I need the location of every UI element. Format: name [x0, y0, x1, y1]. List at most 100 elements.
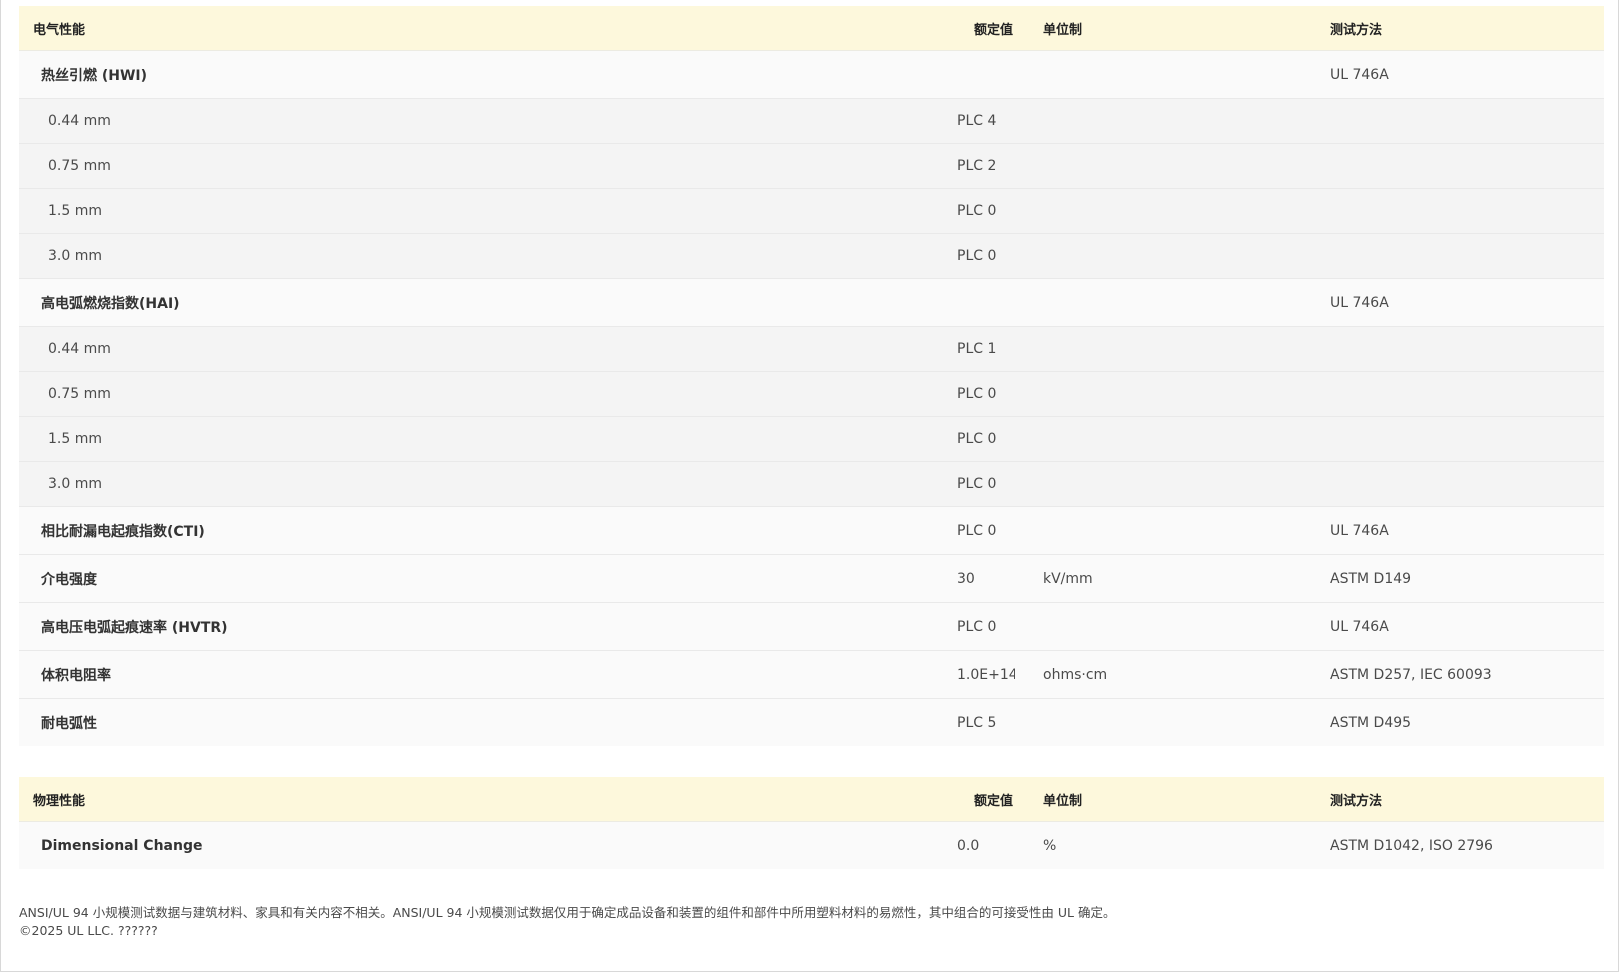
physical-properties-table: 物理性能 额定值 单位制 测试方法 Dimensional Change 0.0%…	[19, 777, 1604, 869]
unit-cell: kV/mm	[1015, 554, 1330, 603]
electrical-property-row: 相比耐漏电起痕指数(CTI) PLC 0 UL 746A	[19, 506, 1604, 555]
electrical-header-row: 电气性能 额定值 单位制 测试方法	[19, 6, 1604, 51]
test-method-cell	[1330, 143, 1604, 189]
electrical-property-row: 0.75 mm PLC 0	[19, 371, 1604, 417]
electrical-property-row: 高电压电弧起痕速率 (HVTR) PLC 0 UL 746A	[19, 602, 1604, 651]
electrical-property-row: 3.0 mm PLC 0	[19, 233, 1604, 279]
rated-value-cell: 0.0	[957, 821, 1015, 869]
page: 电气性能 额定值 单位制 测试方法 热丝引燃 (HWI) UL 746A 0.44 …	[0, 0, 1619, 972]
unit-cell	[1015, 143, 1330, 189]
unit-cell	[1015, 326, 1330, 372]
test-method-cell: UL 746A	[1330, 602, 1604, 651]
disclaimer-text: ANSI/UL 94 小规模测试数据与建筑材料、家具和有关内容不相关。ANSI/…	[19, 905, 1116, 920]
unit-cell	[1015, 698, 1330, 746]
electrical-property-row: 0.75 mm PLC 2	[19, 143, 1604, 189]
property-name-cell: 体积电阻率	[19, 650, 957, 699]
unit-cell	[1015, 416, 1330, 462]
property-name-cell: 0.75 mm	[19, 371, 957, 417]
test-method-cell	[1330, 371, 1604, 417]
rated-value-cell	[957, 278, 1015, 327]
rated-value-cell: PLC 2	[957, 143, 1015, 189]
copyright-text: ©2025 UL LLC. ??????	[19, 923, 158, 938]
unit-cell: ohms·cm	[1015, 650, 1330, 699]
electrical-property-row: 1.5 mm PLC 0	[19, 188, 1604, 234]
electrical-property-row: 介电强度 30 kV/mm ASTM D149	[19, 554, 1604, 603]
test-method-cell: UL 746A	[1330, 278, 1604, 327]
property-name-cell: 高电压电弧起痕速率 (HVTR)	[19, 602, 957, 651]
property-name-cell: 0.44 mm	[19, 98, 957, 144]
physical-table-body: Dimensional Change 0.0% ASTM D1042, ISO 27…	[19, 821, 1604, 869]
property-name-cell: 1.5 mm	[19, 188, 957, 234]
property-name-cell: 3.0 mm	[19, 233, 957, 279]
unit-cell	[1015, 233, 1330, 279]
unit-cell	[1015, 371, 1330, 417]
property-name-cell: 0.75 mm	[19, 143, 957, 189]
header-method: 测试方法	[1330, 777, 1604, 822]
property-name-cell: 耐电弧性	[19, 698, 957, 746]
unit-cell: %	[1015, 821, 1330, 869]
property-name-cell: 介电强度	[19, 554, 957, 603]
electrical-property-row: 耐电弧性 PLC 5 ASTM D495	[19, 698, 1604, 746]
rated-value-cell: PLC 0	[957, 371, 1015, 417]
test-method-cell: UL 746A	[1330, 50, 1604, 99]
electrical-table-body: 热丝引燃 (HWI) UL 746A 0.44 mm PLC 4 0.75 mm PLC …	[19, 50, 1604, 746]
electrical-properties-table: 电气性能 额定值 单位制 测试方法 热丝引燃 (HWI) UL 746A 0.44 …	[19, 6, 1604, 746]
rated-value-cell: PLC 0	[957, 233, 1015, 279]
property-name-cell: Dimensional Change	[19, 821, 957, 869]
test-method-cell	[1330, 233, 1604, 279]
rated-value-cell: PLC 0	[957, 461, 1015, 507]
unit-cell	[1015, 188, 1330, 234]
rated-value-cell: PLC 5	[957, 698, 1015, 746]
test-method-cell	[1330, 326, 1604, 372]
property-name-cell: 相比耐漏电起痕指数(CTI)	[19, 506, 957, 555]
header-value: 额定值	[957, 6, 1015, 51]
rated-value-cell: PLC 4	[957, 98, 1015, 144]
header-property: 电气性能	[19, 6, 957, 51]
header-unit: 单位制	[1015, 777, 1330, 822]
rated-value-cell: PLC 0	[957, 506, 1015, 555]
properties-panel: 电气性能 额定值 单位制 测试方法 热丝引燃 (HWI) UL 746A 0.44 …	[19, 6, 1604, 940]
electrical-property-row: 3.0 mm PLC 0	[19, 461, 1604, 507]
test-method-cell	[1330, 98, 1604, 144]
electrical-property-row: 体积电阻率 1.0E+14 ohms·cm ASTM D257, IEC 60093	[19, 650, 1604, 699]
unit-cell	[1015, 602, 1330, 651]
electrical-property-row: 0.44 mm PLC 1	[19, 326, 1604, 372]
electrical-property-row: 0.44 mm PLC 4	[19, 98, 1604, 144]
rated-value-cell: PLC 0	[957, 416, 1015, 462]
electrical-property-row: 高电弧燃烧指数(HAI) UL 746A	[19, 278, 1604, 327]
property-name-cell: 0.44 mm	[19, 326, 957, 372]
unit-cell	[1015, 98, 1330, 144]
header-method: 测试方法	[1330, 6, 1604, 51]
rated-value-cell: PLC 0	[957, 188, 1015, 234]
test-method-cell: ASTM D257, IEC 60093	[1330, 650, 1604, 699]
unit-cell	[1015, 461, 1330, 507]
test-method-cell	[1330, 461, 1604, 507]
test-method-cell	[1330, 416, 1604, 462]
electrical-property-row: 1.5 mm PLC 0	[19, 416, 1604, 462]
rated-value-cell: PLC 0	[957, 602, 1015, 651]
property-name-cell: 高电弧燃烧指数(HAI)	[19, 278, 957, 327]
header-property: 物理性能	[19, 777, 957, 822]
footer: ANSI/UL 94 小规模测试数据与建筑材料、家具和有关内容不相关。ANSI/…	[19, 904, 1604, 940]
unit-cell	[1015, 506, 1330, 555]
header-unit: 单位制	[1015, 6, 1330, 51]
unit-cell	[1015, 278, 1330, 327]
test-method-cell: ASTM D495	[1330, 698, 1604, 746]
property-name-cell: 热丝引燃 (HWI)	[19, 50, 957, 99]
test-method-cell: ASTM D1042, ISO 2796	[1330, 821, 1604, 869]
test-method-cell	[1330, 188, 1604, 234]
test-method-cell: ASTM D149	[1330, 554, 1604, 603]
test-method-cell: UL 746A	[1330, 506, 1604, 555]
rated-value-cell: PLC 1	[957, 326, 1015, 372]
property-name-cell: 3.0 mm	[19, 461, 957, 507]
electrical-property-row: 热丝引燃 (HWI) UL 746A	[19, 50, 1604, 99]
rated-value-cell: 1.0E+14	[957, 650, 1015, 699]
property-name-cell: 1.5 mm	[19, 416, 957, 462]
header-value: 额定值	[957, 777, 1015, 822]
physical-header-row: 物理性能 额定值 单位制 测试方法	[19, 777, 1604, 822]
rated-value-cell: 30	[957, 554, 1015, 603]
physical-property-row: Dimensional Change 0.0% ASTM D1042, ISO 27…	[19, 821, 1604, 869]
unit-cell	[1015, 50, 1330, 99]
rated-value-cell	[957, 50, 1015, 99]
